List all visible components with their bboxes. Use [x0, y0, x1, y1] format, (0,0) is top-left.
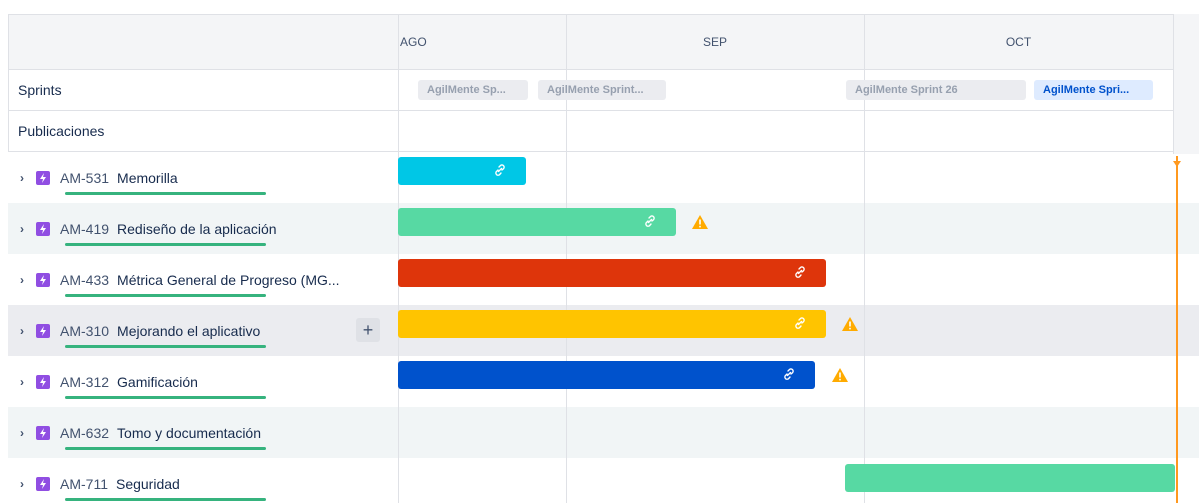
link-icon [782, 367, 798, 383]
sprint-chip[interactable]: AgilMente Sprint 26 [846, 80, 1026, 100]
sprint-chip[interactable]: AgilMente Sp... [418, 80, 528, 100]
today-marker-cap [1173, 156, 1181, 167]
epic-title[interactable]: Seguridad [116, 476, 180, 492]
month-label: OCT [1005, 35, 1032, 49]
timeline-right-gutter [1173, 14, 1199, 154]
epic-row[interactable]: › AM-312 Gamificación [8, 356, 398, 407]
epic-bar-metrica[interactable] [398, 259, 826, 287]
epic-title[interactable]: Memorilla [117, 170, 178, 186]
timeline-row [398, 407, 1199, 458]
chevron-right-icon[interactable]: › [17, 171, 27, 185]
month-label: SEP [702, 35, 727, 49]
chevron-right-icon[interactable]: › [17, 477, 27, 491]
epic-progress-bar [65, 243, 266, 246]
link-icon [793, 316, 809, 332]
epic-list-panel: Sprints Publicaciones › AM-531 Memorilla… [8, 14, 398, 503]
sprints-row-label: Sprints [8, 70, 398, 111]
epic-title[interactable]: Mejorando el aplicativo [117, 323, 260, 339]
epic-progress-bar [65, 192, 266, 195]
link-icon [643, 214, 659, 230]
epic-title[interactable]: Rediseño de la aplicación [117, 221, 277, 237]
epic-icon [36, 476, 50, 491]
epic-key[interactable]: AM-310 [60, 323, 109, 339]
epic-key[interactable]: AM-531 [60, 170, 109, 186]
epic-bar-gamificacion[interactable] [398, 361, 815, 389]
epic-progress-bar [65, 294, 266, 297]
epic-key[interactable]: AM-433 [60, 272, 109, 288]
chevron-right-icon[interactable]: › [17, 426, 27, 440]
epic-icon [36, 221, 50, 236]
epic-title[interactable]: Gamificación [117, 374, 198, 390]
epic-icon [36, 425, 50, 440]
link-icon [793, 265, 809, 281]
roadmap-view: Sprints Publicaciones › AM-531 Memorilla… [8, 14, 1199, 503]
epic-row[interactable]: › AM-419 Rediseño de la aplicación [8, 203, 398, 254]
epic-row[interactable]: › AM-711 Seguridad [8, 458, 398, 503]
timeline-grid: AGO SEP OCT AgilMente Sp... AgilMente Sp… [398, 14, 1199, 503]
epic-icon [36, 170, 50, 185]
month-label: AGO [400, 35, 427, 49]
epic-key[interactable]: AM-419 [60, 221, 109, 237]
warning-icon[interactable] [831, 367, 849, 383]
add-child-button[interactable]: + [356, 318, 380, 342]
warning-icon[interactable] [691, 214, 709, 230]
epic-progress-bar [65, 345, 266, 348]
epic-progress-bar [65, 498, 266, 501]
epic-row[interactable]: › AM-632 Tomo y documentación [8, 407, 398, 458]
epic-row[interactable]: › AM-433 Métrica General de Progreso (MG… [8, 254, 398, 305]
link-icon [493, 163, 509, 179]
epic-key[interactable]: AM-711 [60, 476, 108, 492]
sprint-chip-active[interactable]: AgilMente Spri... [1034, 80, 1153, 100]
month-header-sep: SEP [566, 14, 864, 70]
epic-key[interactable]: AM-632 [60, 425, 109, 441]
chevron-right-icon[interactable]: › [17, 324, 27, 338]
epic-row[interactable]: › AM-310 Mejorando el aplicativo + [8, 305, 398, 356]
sprint-chip[interactable]: AgilMente Sprint... [538, 80, 666, 100]
epic-title[interactable]: Tomo y documentación [117, 425, 261, 441]
epic-row[interactable]: › AM-531 Memorilla [8, 152, 398, 203]
epic-title[interactable]: Métrica General de Progreso (MG... [117, 272, 340, 288]
epic-icon [36, 272, 50, 287]
epic-bar-seguridad[interactable] [845, 464, 1175, 492]
epic-bar-mejorando[interactable] [398, 310, 826, 338]
epic-icon [36, 323, 50, 338]
chevron-right-icon[interactable]: › [17, 375, 27, 389]
epic-icon [36, 374, 50, 389]
warning-icon[interactable] [841, 316, 859, 332]
month-header-ago: AGO [398, 14, 566, 70]
releases-band [398, 111, 1199, 152]
epic-bar-rediseno[interactable] [398, 208, 676, 236]
epic-progress-bar [65, 396, 266, 399]
today-marker-line [1176, 156, 1178, 503]
month-header-oct: OCT [864, 14, 1173, 70]
epic-bar-memorilla[interactable] [398, 157, 526, 185]
epic-progress-bar [65, 447, 266, 450]
releases-row-label: Publicaciones [8, 111, 398, 152]
epic-key[interactable]: AM-312 [60, 374, 109, 390]
chevron-right-icon[interactable]: › [17, 222, 27, 236]
chevron-right-icon[interactable]: › [17, 273, 27, 287]
epic-list-header [8, 14, 398, 70]
